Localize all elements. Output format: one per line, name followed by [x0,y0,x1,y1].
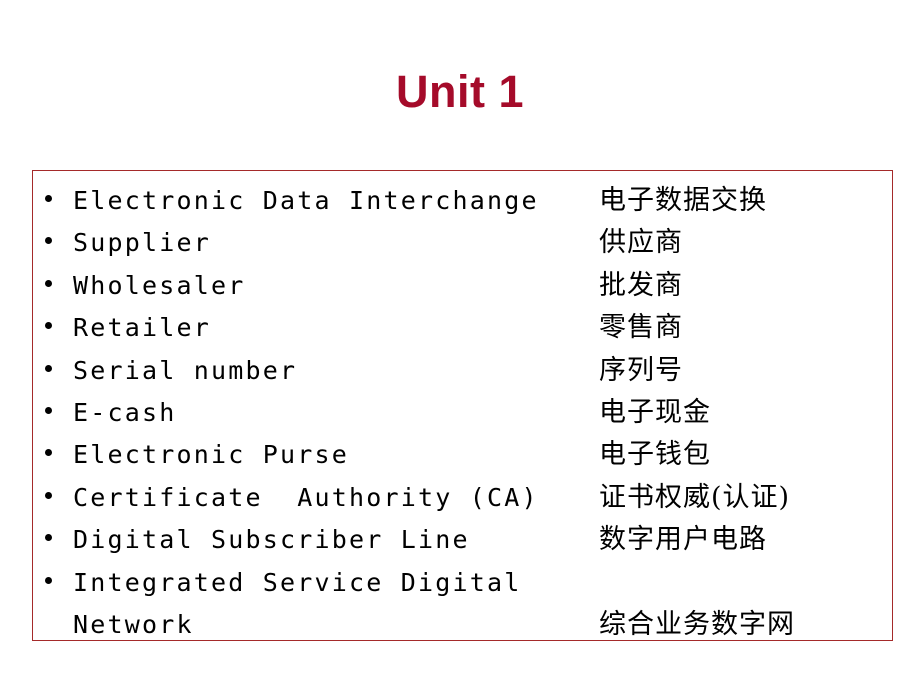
term-english-line1: Digital Subscriber Line [73,525,470,555]
bullet-dot-icon [45,237,52,245]
bullet-dot-icon [45,534,52,542]
list-item: Retailer 零售商 [33,307,892,349]
bullet-dot-icon [45,195,52,202]
term-english: Wholesaler [73,265,633,307]
term-english-line1: Retailer [73,313,212,343]
term-chinese: 供应商 [599,227,683,259]
term-english: Electronic Data Interchange [73,180,633,222]
term-english: Digital Subscriber Line [73,519,633,561]
term-english-line1: E-cash [73,397,177,427]
term-chinese: 电子现金 [599,396,711,428]
list-item: Supplier 供应商 [33,222,892,264]
bullet-dot-icon [45,322,52,330]
term-english-line1: Serial number [73,355,298,385]
term-chinese: 电子钱包 [599,439,711,471]
term-english-line1: Integrated Service Digital [73,567,522,597]
term-chinese: 数字用户电路 [599,524,767,556]
term-english-line1: Electronic Purse [73,440,350,470]
list-item: Electronic Purse 电子钱包 [33,434,892,476]
term-english: Retailer [73,307,633,349]
term-english: E-cash [73,392,633,434]
bullet-dot-icon [45,279,52,287]
term-english: Serial number [73,350,633,392]
term-english-line2: Network [73,609,194,639]
term-english: Integrated Service Digital Network [73,562,633,640]
term-english-line1: Electronic Data Interchange [73,186,539,215]
list-item: E-cash 电子现金 [33,392,892,434]
list-item: Electronic Data Interchange 电子数据交换 [33,180,892,222]
bullet-dot-icon [45,449,52,457]
term-english-line1: Supplier [73,228,212,258]
term-english: Electronic Purse [73,434,633,476]
slide: Unit 1 Electronic Data Interchange 电子数据交换… [0,0,920,690]
list-item: Certificate Authority (CA) 证书权威(认证) [33,477,892,519]
list-item: Wholesaler 批发商 [33,265,892,307]
term-chinese: 电子数据交换 [599,185,767,216]
bullet-dot-icon [45,406,52,414]
term-chinese: 综合业务数字网 [599,608,795,640]
list-item: Serial number 序列号 [33,350,892,392]
term-chinese: 批发商 [599,269,683,301]
vocabulary-list: Electronic Data Interchange 电子数据交换 Supplie… [33,171,892,640]
term-english-line1: Wholesaler [73,270,246,300]
term-chinese: 序列号 [599,354,683,386]
term-english: Certificate Authority (CA) [73,477,633,519]
list-item: Digital Subscriber Line 数字用户电路 [33,519,892,561]
bullet-dot-icon [45,491,52,499]
term-english-line1: Certificate Authority (CA) [73,482,539,512]
vocabulary-box: Electronic Data Interchange 电子数据交换 Supplie… [32,170,893,641]
bullet-dot-icon [45,364,52,372]
term-english: Supplier [73,222,633,264]
page-title: Unit 1 [395,66,524,117]
term-chinese: 证书权威(认证) [599,481,791,513]
bullet-dot-icon [45,576,52,584]
list-item: Integrated Service Digital Network 综合业务数字网 [33,562,892,640]
term-chinese: 零售商 [599,312,683,344]
